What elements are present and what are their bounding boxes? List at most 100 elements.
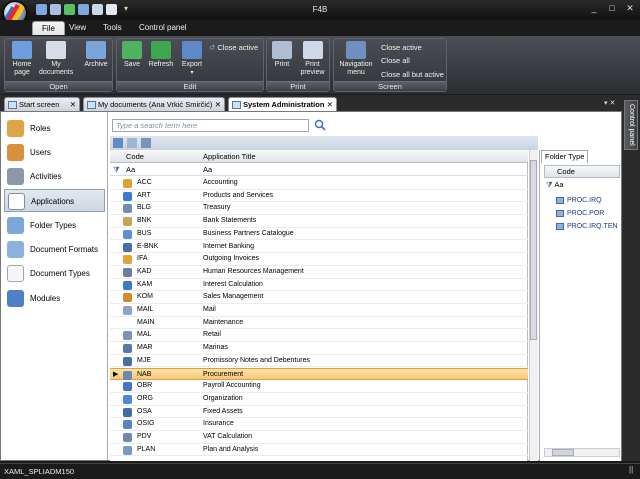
delete-row-icon[interactable] (141, 138, 151, 148)
cell-title: Products and Services (203, 191, 274, 199)
search-input[interactable]: Type a search term here (112, 119, 309, 132)
print-button[interactable]: Print (270, 41, 294, 69)
folder-type-column-header[interactable]: Code (544, 165, 620, 178)
doc-tab-system-administration[interactable]: System Administration ✕ (228, 97, 337, 111)
folder-type-item[interactable]: PROC.IRQ.TEN (556, 220, 620, 233)
cell-title: Organization (203, 394, 243, 402)
add-row-icon[interactable] (127, 138, 137, 148)
table-row[interactable]: PDV VAT Calculation (110, 431, 528, 444)
close-all-but-active-button[interactable]: Close all but active (381, 70, 444, 79)
folder-type-filter-row[interactable]: ⧩ Aa (544, 179, 620, 191)
folder-type-item[interactable]: PROC.IRQ (556, 194, 620, 207)
doc-tab-start-screen[interactable]: Start screen ✕ (4, 97, 80, 111)
table-row[interactable]: ART Products and Services (110, 190, 528, 203)
table-row[interactable]: BUS Business Partners Catalogue (110, 228, 528, 241)
ribbon-group-screen: Navigation menu Close active Close all C… (333, 38, 447, 92)
cell-code: BLG (137, 204, 152, 212)
close-active-button[interactable]: Close active (381, 43, 422, 52)
table-row[interactable]: ACC Accounting (110, 177, 528, 190)
grid-filter-row: ⧩ Aa Aa (110, 163, 528, 176)
navigation-menu-button[interactable]: Navigation menu (337, 41, 375, 77)
archive-button[interactable]: Archive (81, 41, 111, 69)
home-page-button[interactable]: Home page (8, 41, 36, 77)
table-row[interactable]: E-BNK Internet Banking (110, 241, 528, 254)
table-row[interactable]: PLAN Plan and Analysis (110, 444, 528, 457)
close-tab-icon[interactable]: ✕ (215, 98, 221, 111)
close-tab-icon[interactable]: ✕ (327, 98, 333, 111)
export-button[interactable]: Export ▾ (178, 41, 206, 77)
save-quick-icon[interactable] (64, 4, 75, 15)
grid-scroll-thumb[interactable] (530, 160, 537, 340)
folder-type-scroll-thumb[interactable] (552, 449, 574, 456)
close-button[interactable]: ✕ (622, 3, 638, 14)
cell-code: PDV (137, 433, 152, 440)
group-label-screen: Screen (334, 81, 446, 91)
nav-item-applications[interactable]: Applications (4, 189, 105, 212)
application-icon (123, 344, 132, 354)
tab-folder-type[interactable]: Folder Type (541, 150, 588, 163)
filter-icon[interactable]: ⧩ (113, 163, 120, 176)
documents-tab-icon (87, 101, 96, 109)
control-panel-tab[interactable]: Control panel (624, 100, 638, 150)
nav-item-roles[interactable]: Roles (4, 117, 105, 140)
table-row[interactable]: OSIG Insurance (110, 418, 528, 431)
documents-quick-icon[interactable] (50, 4, 61, 15)
table-row[interactable]: BNK Bank Statements (110, 215, 528, 228)
close-all-button[interactable]: Close all (381, 56, 410, 65)
nav-item-users[interactable]: Users (4, 141, 105, 164)
undo-quick-icon[interactable] (78, 4, 89, 15)
my-documents-button[interactable]: My documents (39, 41, 73, 77)
document-types-icon (7, 265, 24, 282)
cell-code: OSIG (137, 420, 155, 428)
table-row[interactable]: KAM Interest Calculation (110, 279, 528, 292)
application-icon (123, 204, 132, 214)
refresh-button[interactable]: Refresh (146, 41, 176, 69)
filter-title-input[interactable]: Aa (203, 163, 212, 176)
application-icon (123, 331, 132, 341)
cell-title: Fixed Assets (203, 407, 243, 415)
table-row[interactable]: KOM Sales Management (110, 291, 528, 304)
tab-control-panel[interactable]: Control panel (130, 21, 196, 35)
tab-tools[interactable]: Tools (94, 21, 131, 35)
nav-item-document-types[interactable]: Document Types (4, 262, 105, 285)
nav-item-modules[interactable]: Modules (4, 287, 105, 310)
table-row[interactable]: MAL Retail (110, 329, 528, 343)
table-row[interactable]: ▶ NAB Procurement (110, 367, 528, 381)
maximize-button[interactable]: □ (604, 3, 620, 14)
print-quick-icon[interactable] (92, 4, 103, 15)
folder-type-item[interactable]: PROC.POR (556, 207, 620, 220)
column-header-title[interactable]: Application Title (203, 150, 256, 163)
home-quick-icon[interactable] (36, 4, 47, 15)
nav-item-folder-types[interactable]: Folder Types (4, 214, 105, 237)
cell-code: MAR (137, 344, 153, 352)
table-row[interactable]: MAR Marinas (110, 342, 528, 355)
doc-tab-my-documents[interactable]: My documents (Ana Vrkić Smirčić) ✕ (83, 97, 225, 111)
tab-list-dropdown-icon[interactable]: ▾ ✕ (604, 99, 615, 107)
resize-grip-icon[interactable]: || (629, 465, 633, 474)
table-row[interactable]: OBR Payroll Accounting (110, 380, 528, 393)
folder-types-icon (7, 217, 24, 234)
table-row[interactable]: ORG Organization (110, 393, 528, 406)
minimize-button[interactable]: _ (586, 3, 602, 14)
table-row[interactable]: MJE Promissory Notes and Debentures (110, 355, 528, 368)
filter-code-input[interactable]: Aa (126, 163, 135, 176)
preview-quick-icon[interactable] (106, 4, 117, 15)
close-tab-icon[interactable]: ✕ (70, 98, 76, 111)
table-row[interactable]: BLG Treasury (110, 202, 528, 216)
table-row[interactable]: IFA Outgoing Invoices (110, 253, 528, 266)
cell-title: Payroll Accounting (203, 382, 261, 390)
nav-item-document-formats[interactable]: Document Formats (4, 238, 105, 261)
print-preview-button[interactable]: Print preview (296, 41, 329, 77)
close-active-edit-button[interactable]: ↺ Close active (209, 43, 258, 52)
export-grid-icon[interactable] (113, 138, 123, 148)
table-row[interactable]: OSA Fixed Assets (110, 406, 528, 419)
column-header-code[interactable]: Code (126, 150, 144, 163)
table-row[interactable]: MAIN Maintenance (110, 317, 528, 330)
table-row[interactable]: KAD Human Resources Management (110, 266, 528, 279)
table-row[interactable]: MAIL Mail (110, 304, 528, 317)
nav-item-activities[interactable]: Activities (4, 165, 105, 188)
search-icon[interactable] (314, 119, 326, 131)
quick-access-dropdown-icon[interactable]: ▾ (124, 4, 128, 13)
save-button[interactable]: Save (120, 41, 144, 69)
tab-view[interactable]: View (60, 21, 95, 35)
